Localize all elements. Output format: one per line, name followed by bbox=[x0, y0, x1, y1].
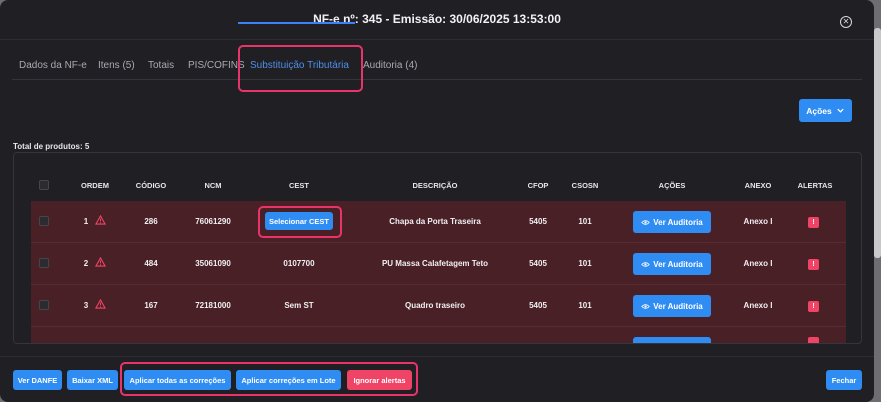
col-ordem: ORDEM bbox=[81, 181, 109, 190]
view-audit-button[interactable]: Ver Auditoria bbox=[633, 211, 711, 233]
modal-footer: Ver DANFE Baixar XML Aplicar todas as co… bbox=[0, 356, 874, 402]
modal-title: NF-e nº: 345 - Emissão: 30/06/2025 13:53… bbox=[313, 12, 561, 26]
row-codigo: 167 bbox=[144, 301, 158, 310]
row-descricao: Chapa da Porta Traseira bbox=[389, 217, 481, 226]
active-tab-indicator bbox=[238, 22, 355, 24]
alert-badge-partial bbox=[808, 337, 819, 343]
warning-triangle-icon bbox=[95, 215, 106, 225]
alert-badge[interactable]: ! bbox=[808, 217, 819, 228]
row-ordem: 1 bbox=[83, 217, 89, 226]
view-audit-label: Ver Auditoria bbox=[653, 259, 703, 269]
row-anexo: Anexo I bbox=[743, 301, 773, 310]
actions-dropdown-button[interactable]: Ações bbox=[799, 99, 852, 122]
col-codigo: CÓDIGO bbox=[135, 181, 167, 190]
nfe-modal: NF-e nº: 345 - Emissão: 30/06/2025 13:53… bbox=[0, 0, 874, 402]
view-audit-button[interactable]: Ver Auditoria bbox=[633, 295, 711, 317]
eye-icon bbox=[641, 303, 651, 309]
row-csosn: 101 bbox=[578, 259, 592, 268]
ver-danfe-button[interactable]: Ver DANFE bbox=[13, 370, 62, 390]
row-descricao: Quadro traseiro bbox=[404, 301, 466, 310]
row-ncm: 72181000 bbox=[195, 301, 231, 310]
table-row-partial bbox=[31, 327, 846, 343]
col-cest: CEST bbox=[288, 181, 310, 190]
row-codigo: 286 bbox=[144, 217, 158, 226]
products-table: ORDEM CÓDIGO NCM CEST DESCRIÇÃO CFOP CSO… bbox=[13, 152, 862, 344]
total-products-label: Total de produtos: 5 bbox=[13, 142, 90, 151]
table-row: 2 484 35061090 0107700 PU Massa Calafeta… bbox=[31, 243, 846, 285]
tab-substituicao-tributaria[interactable]: Substituição Tributária bbox=[250, 60, 349, 71]
row-cfop: 5405 bbox=[529, 259, 547, 268]
warning-triangle-icon bbox=[95, 257, 106, 267]
row-cest: 0107700 bbox=[283, 259, 315, 268]
actions-label: Ações bbox=[806, 105, 832, 116]
row-checkbox[interactable] bbox=[39, 216, 49, 226]
tab-dados-nfe[interactable]: Dados da NF-e bbox=[19, 60, 87, 71]
row-ncm: 76061290 bbox=[195, 217, 231, 226]
chevron-down-icon bbox=[837, 108, 844, 113]
alert-badge[interactable]: ! bbox=[808, 259, 819, 270]
row-checkbox[interactable] bbox=[39, 258, 49, 268]
col-acoes: AÇÕES bbox=[658, 181, 686, 190]
row-cfop: 5405 bbox=[529, 217, 547, 226]
col-csosn: CSOSN bbox=[571, 181, 599, 190]
row-ordem: 2 bbox=[83, 259, 89, 268]
row-ordem: 3 bbox=[83, 301, 89, 310]
fechar-button[interactable]: Fechar bbox=[826, 370, 862, 390]
row-cfop: 5405 bbox=[529, 301, 547, 310]
view-audit-button[interactable]: Ver Auditoria bbox=[633, 253, 711, 275]
tab-totais[interactable]: Totais bbox=[148, 60, 174, 71]
baixar-xml-button[interactable]: Baixar XML bbox=[67, 370, 118, 390]
view-audit-label: Ver Auditoria bbox=[653, 301, 703, 311]
tab-pis-cofins[interactable]: PIS/COFINS bbox=[188, 60, 245, 71]
apply-batch-corrections-button[interactable]: Aplicar correções em Lote bbox=[236, 370, 341, 390]
modal-header: NF-e nº: 345 - Emissão: 30/06/2025 13:53… bbox=[0, 0, 874, 40]
col-descricao: DESCRIÇÃO bbox=[412, 181, 458, 190]
row-checkbox[interactable] bbox=[39, 300, 49, 310]
col-cfop: CFOP bbox=[527, 181, 549, 190]
select-cest-button[interactable]: Selecionar CEST bbox=[265, 212, 333, 230]
col-ncm: NCM bbox=[204, 181, 222, 190]
apply-all-corrections-button[interactable]: Aplicar todas as correções bbox=[124, 370, 231, 390]
row-csosn: 101 bbox=[578, 301, 592, 310]
ignore-alerts-button[interactable]: Ignorar alertas bbox=[347, 370, 412, 390]
tab-auditoria[interactable]: Auditoria (4) bbox=[363, 60, 417, 71]
view-audit-button-partial[interactable] bbox=[633, 337, 711, 343]
close-icon[interactable]: ✕ bbox=[840, 16, 852, 28]
col-anexo: ANEXO bbox=[744, 181, 772, 190]
warning-triangle-icon bbox=[95, 299, 106, 309]
eye-icon bbox=[641, 219, 651, 225]
table-header: ORDEM CÓDIGO NCM CEST DESCRIÇÃO CFOP CSO… bbox=[14, 153, 861, 201]
tab-bar: Dados da NF-e Itens (5) Totais PIS/COFIN… bbox=[12, 56, 862, 80]
table-row: 3 167 72181000 Sem ST Quadro traseiro 54… bbox=[31, 285, 846, 327]
row-csosn: 101 bbox=[578, 217, 592, 226]
row-cest: Sem ST bbox=[284, 301, 314, 310]
tab-itens[interactable]: Itens (5) bbox=[98, 60, 135, 71]
row-ncm: 35061090 bbox=[195, 259, 231, 268]
row-anexo: Anexo I bbox=[743, 217, 773, 226]
eye-icon bbox=[641, 261, 651, 267]
select-all-checkbox[interactable] bbox=[39, 180, 49, 190]
alert-badge[interactable]: ! bbox=[808, 301, 819, 312]
scrollbar[interactable] bbox=[874, 28, 881, 258]
row-descricao: PU Massa Calafetagem Teto bbox=[381, 259, 489, 268]
row-codigo: 484 bbox=[144, 259, 158, 268]
row-anexo: Anexo I bbox=[743, 259, 773, 268]
view-audit-label: Ver Auditoria bbox=[653, 217, 703, 227]
table-row: 1 286 76061290 Selecionar CEST Chapa da … bbox=[31, 201, 846, 243]
col-alertas: ALERTAS bbox=[797, 181, 833, 190]
